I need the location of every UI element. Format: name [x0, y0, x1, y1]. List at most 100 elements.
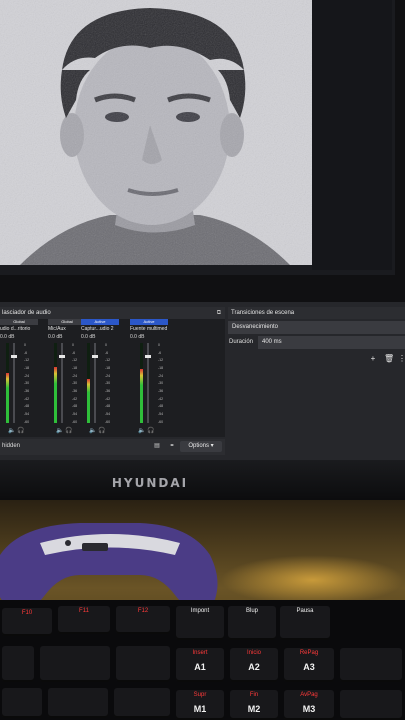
meter-scale-label: -18: [24, 366, 30, 371]
speaker-icon[interactable]: 🔈: [56, 428, 63, 434]
meter-scale-label: -6: [24, 350, 28, 355]
key[interactable]: Supr M1: [176, 690, 224, 720]
meter-scale-label: -48: [72, 404, 78, 409]
volume-fader[interactable]: [145, 343, 151, 423]
key[interactable]: [48, 688, 108, 718]
transition-selected: Desvanecimiento: [232, 324, 279, 330]
meter-scale-label: -54: [72, 412, 78, 417]
key-label: Impont: [190, 608, 210, 614]
audio-mixer-header: lasciador de audio ⧉: [0, 307, 225, 319]
desk-light: [220, 555, 405, 605]
fader-knob[interactable]: [92, 355, 98, 358]
key[interactable]: F11: [58, 606, 110, 634]
meter-scale: 0 -6 -12 -18 -24 -30 -36 -42 -48 -54 -60: [158, 343, 168, 424]
key[interactable]: Impont: [176, 606, 224, 640]
meter-scale-label: -6: [72, 350, 76, 355]
key-main-label: M3: [302, 704, 316, 714]
key[interactable]: [2, 646, 34, 682]
meter-scale-label: -18: [158, 366, 164, 371]
volume-fader[interactable]: [92, 343, 98, 423]
headphones-icon[interactable]: 🎧: [17, 428, 24, 434]
speaker-icon[interactable]: 🔈: [89, 428, 96, 434]
duration-label: Duración: [229, 339, 254, 345]
meter-scale-label: 0: [158, 343, 160, 347]
headphones-icon[interactable]: 🎧: [65, 428, 72, 434]
key-label: Supr: [193, 692, 207, 698]
meter-scale-label: -24: [24, 373, 30, 378]
key[interactable]: AvPag M3: [284, 690, 334, 720]
meter-scale-label: -6: [158, 350, 162, 355]
key[interactable]: Insert A1: [176, 648, 224, 682]
headphones-icon[interactable]: 🎧: [147, 428, 154, 434]
meter-scale: 0 -6 -12 -18 -24 -30 -36 -42 -48 -54 -60: [105, 343, 115, 424]
meter-scale-label: -36: [158, 389, 164, 394]
layout-icon[interactable]: ▤: [152, 442, 162, 451]
audio-channel: Active Fuente multimed 0.0 dB 0 -6 -12 -18-…: [130, 319, 168, 437]
meter-fill: [87, 379, 90, 423]
dock-float-icon[interactable]: ⧉: [217, 307, 221, 319]
duration-input[interactable]: 400 ms: [258, 336, 405, 349]
speaker-icon[interactable]: 🔈: [8, 428, 15, 434]
fader-knob[interactable]: [59, 355, 65, 358]
transitions-title: Transiciones de escena: [231, 310, 295, 316]
key-main-label: M1: [193, 704, 207, 714]
trash-icon[interactable]: 🗑: [384, 354, 394, 364]
link-icon[interactable]: ⚭: [167, 442, 177, 451]
key[interactable]: [340, 648, 402, 682]
key[interactable]: RePag A3: [284, 648, 334, 682]
meter-scale-label: -60: [24, 419, 30, 424]
key-label: AvPag: [300, 692, 318, 698]
options-label: Options: [188, 443, 209, 449]
key[interactable]: [40, 646, 110, 682]
key[interactable]: [116, 646, 170, 682]
portrait-illustration: [0, 0, 312, 265]
meter-scale-label: -60: [158, 419, 164, 424]
options-button[interactable]: Options ▾: [180, 441, 222, 452]
key[interactable]: Inicio A2: [230, 648, 278, 682]
meter-scale-label: -30: [105, 381, 111, 386]
more-icon[interactable]: ⋮: [397, 354, 405, 364]
meter-scale-label: 0: [105, 343, 107, 347]
meter-scale-label: -18: [72, 366, 78, 371]
headphones-icon[interactable]: 🎧: [98, 428, 105, 434]
meter-scale-label: -36: [105, 389, 111, 394]
level-meter: [6, 343, 9, 423]
key[interactable]: F10: [2, 608, 52, 636]
volume-fader[interactable]: [11, 343, 17, 423]
channel-controls: 🔈 🎧: [89, 427, 106, 434]
photo-scene: lasciador de audio ⧉ Transiciones de esc…: [0, 0, 405, 720]
channel-name: Fuente multimed: [130, 326, 168, 332]
channel-db: 0.0 dB: [130, 334, 145, 340]
audio-mixer-footer: hidden ▤ ⚭ Options ▾: [0, 439, 225, 455]
transition-select[interactable]: Desvanecimiento: [228, 321, 405, 334]
key[interactable]: Pausa: [280, 606, 330, 640]
speaker-icon[interactable]: 🔈: [138, 428, 145, 434]
key[interactable]: Blup: [228, 606, 276, 640]
key[interactable]: [340, 690, 402, 720]
key[interactable]: F12: [116, 606, 170, 634]
fader-knob[interactable]: [11, 355, 17, 358]
key-label: F12: [137, 608, 149, 614]
meter-scale-label: -54: [24, 412, 30, 417]
key-label: Pausa: [296, 608, 314, 614]
volume-fader[interactable]: [59, 343, 65, 423]
channel-db: 0.0 dB: [0, 334, 15, 340]
portrait-preview: [0, 0, 312, 265]
fader-knob[interactable]: [145, 355, 151, 358]
key[interactable]: [114, 688, 170, 718]
meter-scale-label: -30: [72, 381, 78, 386]
hidden-count-label: hidden: [2, 443, 21, 449]
meter-scale-label: -36: [24, 389, 30, 394]
meter-scale-label: -24: [105, 373, 111, 378]
add-icon[interactable]: +: [368, 354, 378, 364]
channel-controls: 🔈 🎧: [56, 427, 73, 434]
meter-scale-label: 0: [72, 343, 74, 347]
meter-scale: 0 -6 -12 -18 -24 -30 -36 -42 -48 -54 -60: [24, 343, 34, 424]
key[interactable]: [2, 688, 42, 718]
level-meter: [54, 343, 57, 423]
meter-scale-label: -42: [105, 396, 111, 401]
key-label: F11: [79, 608, 89, 614]
meter-scale-label: -18: [105, 366, 111, 371]
meter-scale-label: -60: [72, 419, 78, 424]
key[interactable]: Fin M2: [230, 690, 278, 720]
